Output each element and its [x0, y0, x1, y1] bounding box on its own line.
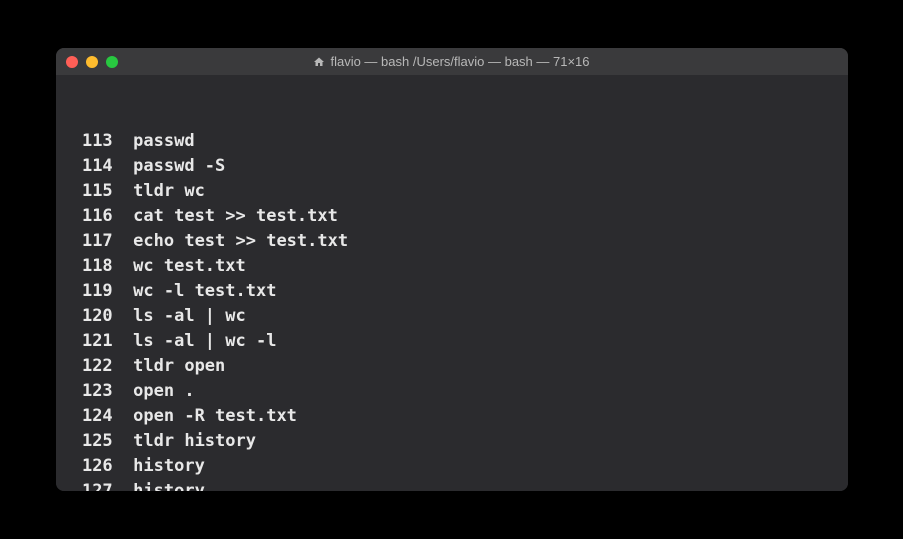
history-line: 124 open -R test.txt	[62, 404, 842, 429]
title-bar: flavio — bash /Users/flavio — bash — 71×…	[56, 48, 848, 75]
terminal-body[interactable]: 113 passwd114 passwd -S115 tldr wc116 ca…	[56, 75, 848, 491]
history-number: 125	[62, 429, 113, 454]
close-button[interactable]	[66, 56, 78, 68]
traffic-lights	[66, 56, 118, 68]
history-number: 117	[62, 229, 113, 254]
history-command: ls -al | wc	[133, 306, 246, 326]
history-line: 116 cat test >> test.txt	[62, 204, 842, 229]
history-number: 127	[62, 479, 113, 491]
history-number: 115	[62, 179, 113, 204]
history-command: tldr history	[133, 431, 256, 451]
history-command: tldr open	[133, 356, 225, 376]
history-line: 113 passwd	[62, 129, 842, 154]
history-number: 118	[62, 254, 113, 279]
history-command: ls -al | wc -l	[133, 331, 276, 351]
history-command: echo test >> test.txt	[133, 231, 348, 251]
history-command: passwd -S	[133, 156, 225, 176]
history-command: wc test.txt	[133, 256, 246, 276]
history-number: 126	[62, 454, 113, 479]
history-line: 114 passwd -S	[62, 154, 842, 179]
history-line: 126 history	[62, 454, 842, 479]
history-number: 123	[62, 379, 113, 404]
history-command: cat test >> test.txt	[133, 206, 338, 226]
history-output: 113 passwd114 passwd -S115 tldr wc116 ca…	[62, 129, 842, 491]
history-line: 125 tldr history	[62, 429, 842, 454]
home-icon	[313, 56, 325, 68]
history-line: 115 tldr wc	[62, 179, 842, 204]
history-command: wc -l test.txt	[133, 281, 276, 301]
history-command: history	[133, 481, 205, 491]
window-title-text: flavio — bash /Users/flavio — bash — 71×…	[330, 54, 589, 69]
history-line: 120 ls -al | wc	[62, 304, 842, 329]
history-command: tldr wc	[133, 181, 205, 201]
history-command: open -R test.txt	[133, 406, 297, 426]
minimize-button[interactable]	[86, 56, 98, 68]
history-number: 113	[62, 129, 113, 154]
history-number: 120	[62, 304, 113, 329]
history-number: 124	[62, 404, 113, 429]
history-line: 121 ls -al | wc -l	[62, 329, 842, 354]
history-number: 119	[62, 279, 113, 304]
history-number: 122	[62, 354, 113, 379]
window-title: flavio — bash /Users/flavio — bash — 71×…	[56, 54, 848, 69]
history-line: 123 open .	[62, 379, 842, 404]
history-command: open .	[133, 381, 194, 401]
history-number: 114	[62, 154, 113, 179]
history-line: 119 wc -l test.txt	[62, 279, 842, 304]
maximize-button[interactable]	[106, 56, 118, 68]
history-command: history	[133, 456, 205, 476]
history-line: 118 wc test.txt	[62, 254, 842, 279]
history-number: 116	[62, 204, 113, 229]
terminal-window: flavio — bash /Users/flavio — bash — 71×…	[56, 48, 848, 491]
history-line: 127 history	[62, 479, 842, 491]
history-line: 117 echo test >> test.txt	[62, 229, 842, 254]
history-number: 121	[62, 329, 113, 354]
history-command: passwd	[133, 131, 194, 151]
history-line: 122 tldr open	[62, 354, 842, 379]
